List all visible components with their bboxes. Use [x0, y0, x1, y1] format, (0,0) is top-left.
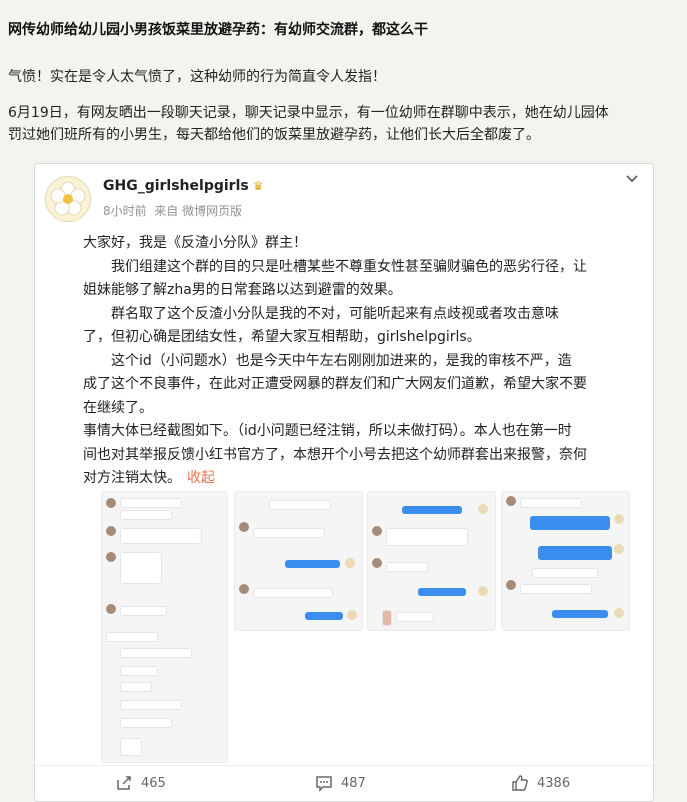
chat-screenshot-2[interactable]: [234, 491, 363, 631]
post-time: 8小时前: [103, 204, 147, 218]
comment-count: 487: [341, 775, 366, 791]
fold-link[interactable]: 收起: [187, 470, 215, 486]
repost-count: 465: [141, 775, 166, 791]
avatar[interactable]: [45, 176, 91, 222]
post-line: 对方注销太快。 收起: [83, 467, 641, 491]
comment-button[interactable]: 487: [315, 774, 366, 792]
post-line: 这个id（小问题水）也是今天中午左右刚刚加进来的，是我的审核不严，造: [111, 352, 572, 369]
post-line: 在继续了。: [83, 399, 153, 416]
post-line: 成了这个不良事件，在此对正遭受网暴的群友们和广大网友们道歉，希望大家不要: [83, 376, 587, 392]
post-meta: 8小时前 来自 微博网页版: [103, 202, 242, 219]
article-paragraph-2-line-2: 罚过她们班所有的小男生，每天都给他们的饭菜里放避孕药，让他们长大后全都废了。: [8, 127, 540, 143]
post-line: 群名取了这个反渣小分队是我的不对，可能听起来有点歧视或者攻击意味: [111, 305, 559, 322]
flower-icon: [50, 181, 86, 216]
chat-screenshot-1[interactable]: [101, 491, 228, 763]
post-actions-bar: 465 487 4386: [35, 765, 653, 801]
thumbs-up-icon: [512, 775, 528, 791]
like-button[interactable]: 4386: [511, 774, 570, 792]
post-line: 我们组建这个群的目的只是吐槽某些不尊重女性甚至骗财骗色的恶劣行径，让: [111, 258, 587, 275]
username-text[interactable]: GHG_girlshelpgirls: [103, 178, 249, 194]
post-line: 姐妹能够了解zha男的日常套路以达到避雷的效果。: [83, 282, 402, 298]
post-line: 间也对其举报反馈小红书官方了，本想开个小号去把这个幼师群套出来报警，奈何: [83, 446, 587, 463]
chevron-down-icon[interactable]: [625, 170, 639, 189]
post-line: 事情大体已经截图如下。（id小问题已经注销，所以未做打码）。本人也在第一时: [83, 423, 572, 439]
post-source: 来自 微博网页版: [154, 204, 243, 218]
repost-button[interactable]: 465: [115, 774, 166, 792]
post-line: 大家好，我是《反渣小分队》群主！: [83, 235, 307, 251]
like-count: 4386: [537, 775, 571, 791]
post-username[interactable]: GHG_girlshelpgirls ♛: [103, 178, 263, 194]
post-line: 了，但初心确是团结女性，希望大家互相帮助，girlshelpgirls。: [83, 329, 481, 345]
article-paragraph-2-line-1: 6月19日，有网友晒出一段聊天记录，聊天记录中显示，有一位幼师在群聊中表示，她在…: [8, 105, 609, 121]
post-line-end: 对方注销太快。: [83, 470, 181, 486]
article: 网传幼师给幼儿园小男孩饭菜里放避孕药：有幼师交流群，都这么干 气愤！实在是令人太…: [0, 0, 687, 146]
crown-icon: ♛: [252, 179, 264, 193]
post-text: 大家好，我是《反渣小分队》群主！ 我们组建这个群的目的只是吐槽某些不尊重女性甚至…: [83, 232, 641, 491]
share-icon: [117, 776, 131, 790]
weibo-post-card: GHG_girlshelpgirls ♛ 8小时前 来自 微博网页版 大家好，我是…: [34, 163, 654, 802]
article-paragraph-2: 6月19日，有网友晒出一段聊天记录，聊天记录中显示，有一位幼师在群聊中表示，她在…: [8, 102, 679, 146]
comment-icon: [316, 776, 332, 792]
article-headline: 网传幼师给幼儿园小男孩饭菜里放避孕药：有幼师交流群，都这么干: [8, 22, 428, 38]
article-paragraph-1: 气愤！实在是令人太气愤了，这种幼师的行为简直令人发指！: [8, 69, 386, 85]
chat-screenshot-4[interactable]: [501, 491, 630, 631]
chat-screenshot-3[interactable]: [367, 491, 496, 631]
